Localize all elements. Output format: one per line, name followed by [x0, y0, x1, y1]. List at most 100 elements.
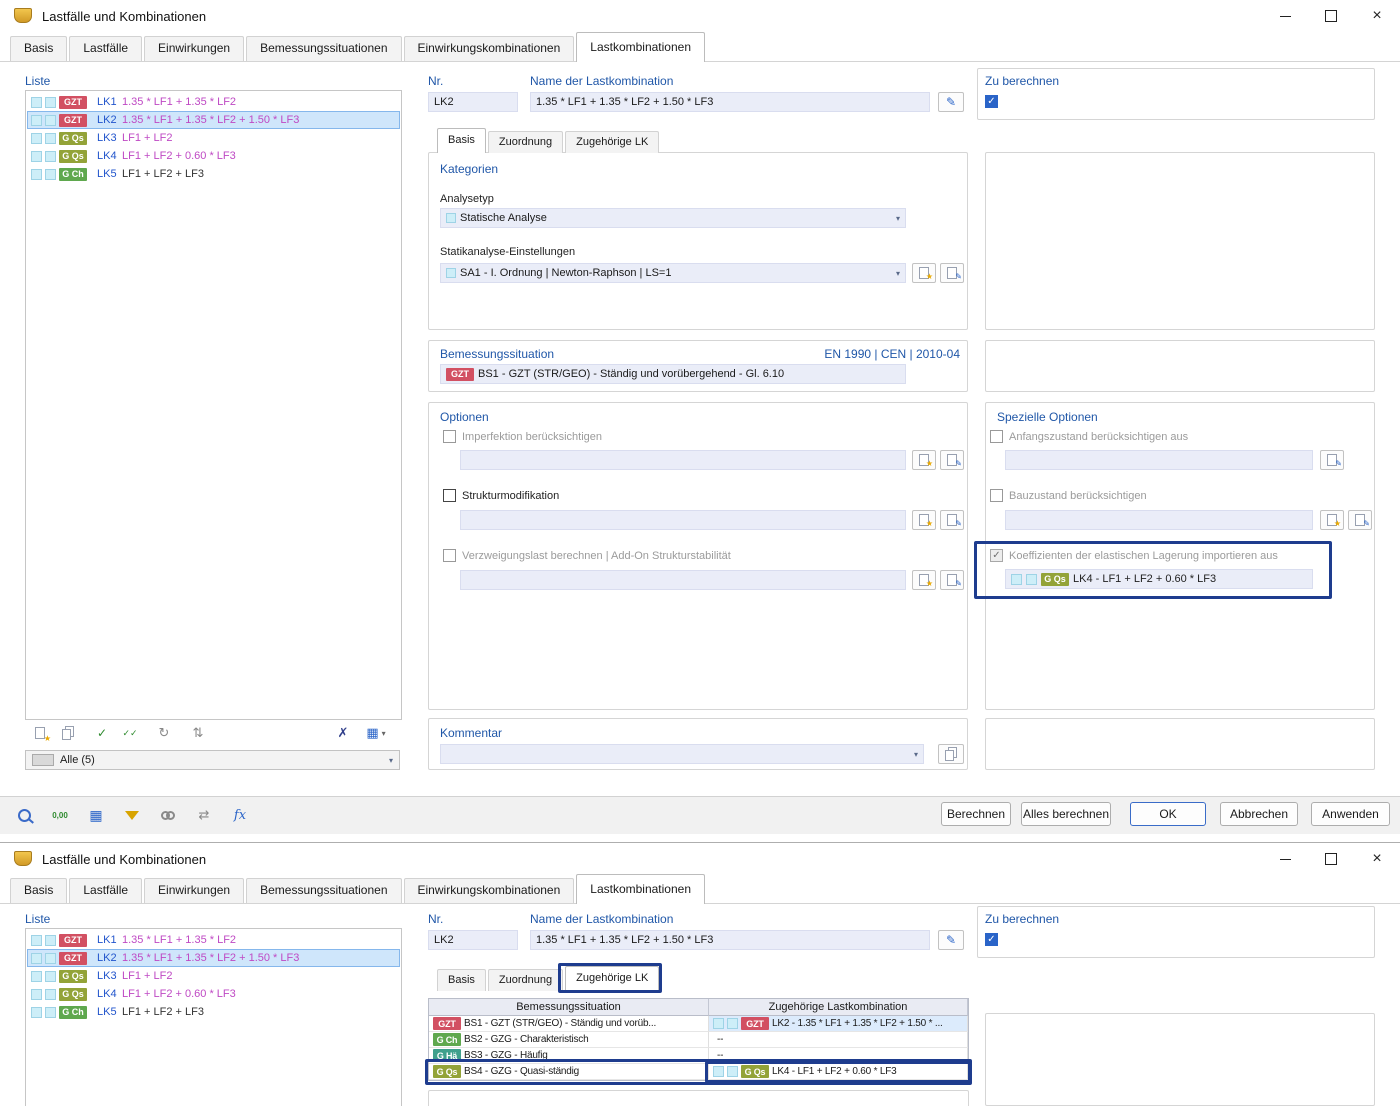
- bauzustand-checkbox[interactable]: [990, 489, 1003, 502]
- list-item-lk1[interactable]: GZT LK1 1.35 * LF1 + 1.35 * LF2: [27, 93, 400, 111]
- swap-icon[interactable]: ⇄: [190, 801, 218, 829]
- anfangszustand-checkbox[interactable]: [990, 430, 1003, 443]
- delete-icon[interactable]: ✗: [330, 722, 356, 744]
- koeffizienten-checkbox[interactable]: ✓: [990, 549, 1003, 562]
- strukturmodifikation-checkbox[interactable]: [443, 489, 456, 502]
- tab-detail-zugehoerige-lk[interactable]: Zugehörige LK: [565, 966, 660, 991]
- edit-entry-button[interactable]: ✎: [1320, 450, 1344, 470]
- list-item-lk3[interactable]: G Qs LK3 LF1 + LF2: [27, 129, 400, 147]
- list-item-lk5[interactable]: G Ch LK5 LF1 + LF2 + LF3: [27, 1003, 400, 1021]
- verzweigungslast-checkbox[interactable]: [443, 549, 456, 562]
- tab-detail-basis[interactable]: Basis: [437, 969, 486, 991]
- rename-button[interactable]: ✎: [938, 92, 964, 112]
- minimize-icon[interactable]: [1262, 0, 1308, 32]
- tab-lastkombinationen[interactable]: Lastkombinationen: [576, 32, 705, 62]
- edit-entry-button[interactable]: ✎: [1348, 510, 1372, 530]
- name-field[interactable]: 1.35 * LF1 + 1.35 * LF2 + 1.50 * LF3: [530, 930, 930, 950]
- table-row-cell[interactable]: G Qs BS4 - GZG - Quasi-ständig: [429, 1064, 709, 1080]
- copy-item-icon[interactable]: [55, 722, 81, 744]
- tab-detail-zuordnung[interactable]: Zuordnung: [487, 969, 564, 991]
- maximize-icon[interactable]: [1308, 843, 1354, 875]
- nr-field[interactable]: LK2: [428, 930, 518, 950]
- statik-dropdown[interactable]: SA1 - I. Ordnung | Newton-Raphson | LS=1…: [440, 263, 906, 283]
- table-settings-icon[interactable]: ▦: [82, 801, 110, 829]
- new-item-icon[interactable]: ★: [27, 722, 53, 744]
- close-icon[interactable]: ×: [1354, 843, 1400, 875]
- bemessung-field[interactable]: GZT BS1 - GZT (STR/GEO) - Ständig und vo…: [440, 364, 906, 384]
- link-icon[interactable]: [154, 801, 182, 829]
- abbrechen-button[interactable]: Abbrechen: [1220, 802, 1298, 826]
- imperfektion-dropdown[interactable]: [460, 450, 906, 470]
- tab-basis[interactable]: Basis: [10, 878, 68, 903]
- table-row-cell[interactable]: G Qs LK4 - LF1 + LF2 + 0.60 * LF3: [709, 1064, 968, 1080]
- imperfektion-checkbox[interactable]: [443, 430, 456, 443]
- list-item-lk2[interactable]: GZT LK2 1.35 * LF1 + 1.35 * LF2 + 1.50 *…: [27, 949, 400, 967]
- new-entry-button[interactable]: ★: [912, 450, 936, 470]
- berechnen-button[interactable]: Berechnen: [941, 802, 1011, 826]
- new-entry-button[interactable]: ★: [912, 263, 936, 283]
- anfangszustand-dropdown[interactable]: [1005, 450, 1313, 470]
- tab-bemessungssituationen[interactable]: Bemessungssituationen: [246, 878, 402, 903]
- copy-comment-button[interactable]: [938, 744, 964, 764]
- minimize-icon[interactable]: [1262, 843, 1308, 875]
- compute-checkbox[interactable]: ✓: [985, 95, 998, 108]
- view-mode-icon[interactable]: ▦ ▾: [356, 722, 396, 744]
- rename-button[interactable]: ✎: [938, 930, 964, 950]
- new-entry-button[interactable]: ★: [1320, 510, 1344, 530]
- function-icon[interactable]: fx: [226, 801, 254, 829]
- new-entry-button[interactable]: ★: [912, 510, 936, 530]
- table-row-cell[interactable]: GZT LK2 - 1.35 * LF1 + 1.35 * LF2 + 1.50…: [709, 1016, 968, 1032]
- edit-entry-button[interactable]: ✎: [940, 510, 964, 530]
- tab-detail-zugehoerige-lk[interactable]: Zugehörige LK: [565, 131, 660, 153]
- table-row-cell[interactable]: GZT BS1 - GZT (STR/GEO) - Ständig und vo…: [429, 1016, 709, 1032]
- table-row-cell[interactable]: G Ch BS2 - GZG - Charakteristisch: [429, 1032, 709, 1048]
- list-item-lk4[interactable]: G Qs LK4 LF1 + LF2 + 0.60 * LF3: [27, 985, 400, 1003]
- zoom-icon[interactable]: [10, 801, 38, 829]
- list-item-lk3[interactable]: G Qs LK3 LF1 + LF2: [27, 967, 400, 985]
- kommentar-dropdown[interactable]: ▾: [440, 744, 924, 764]
- alles-berechnen-button[interactable]: Alles berechnen: [1021, 802, 1111, 826]
- tab-lastfaelle[interactable]: Lastfälle: [69, 878, 143, 903]
- tab-basis[interactable]: Basis: [10, 36, 68, 61]
- list-item-lk4[interactable]: G Qs LK4 LF1 + LF2 + 0.60 * LF3: [27, 147, 400, 165]
- column-header-situation[interactable]: Bemessungssituation: [429, 999, 709, 1016]
- analysetyp-dropdown[interactable]: Statische Analyse ▾: [440, 208, 906, 228]
- new-entry-button[interactable]: ★: [912, 570, 936, 590]
- edit-entry-button[interactable]: ✎: [940, 570, 964, 590]
- sort-icon[interactable]: ⇅: [185, 722, 211, 744]
- check-icon[interactable]: ✓: [89, 722, 115, 744]
- list-item-lk2[interactable]: GZT LK2 1.35 * LF1 + 1.35 * LF2 + 1.50 *…: [27, 111, 400, 129]
- edit-entry-button[interactable]: ✎: [940, 263, 964, 283]
- filter-icon[interactable]: [118, 801, 146, 829]
- verzweigungslast-dropdown[interactable]: [460, 570, 906, 590]
- list-item-lk5[interactable]: G Ch LK5 LF1 + LF2 + LF3: [27, 165, 400, 183]
- table-row-cell[interactable]: --: [709, 1032, 968, 1048]
- table-row-cell[interactable]: G Hä BS3 - GZG - Häufig: [429, 1048, 709, 1064]
- maximize-icon[interactable]: [1308, 0, 1354, 32]
- tab-einwirkungen[interactable]: Einwirkungen: [144, 878, 245, 903]
- compute-checkbox[interactable]: ✓: [985, 933, 998, 946]
- table-row-cell[interactable]: --: [709, 1048, 968, 1064]
- anwenden-button[interactable]: Anwenden: [1311, 802, 1390, 826]
- double-check-icon[interactable]: ✓✓: [117, 722, 143, 744]
- tab-bemessungssituationen[interactable]: Bemessungssituationen: [246, 36, 402, 61]
- tab-lastfaelle[interactable]: Lastfälle: [69, 36, 143, 61]
- tab-einwirkungen[interactable]: Einwirkungen: [144, 36, 245, 61]
- list-item-lk1[interactable]: GZT LK1 1.35 * LF1 + 1.35 * LF2: [27, 931, 400, 949]
- tab-einwirkungskombinationen[interactable]: Einwirkungskombinationen: [403, 36, 575, 61]
- list-filter-dropdown[interactable]: Alle (5) ▾: [25, 750, 400, 770]
- bauzustand-dropdown[interactable]: [1005, 510, 1313, 530]
- ok-button[interactable]: OK: [1130, 802, 1206, 826]
- decimal-places-icon[interactable]: 0,00: [46, 801, 74, 829]
- tab-detail-zuordnung[interactable]: Zuordnung: [487, 131, 564, 153]
- tab-lastkombinationen[interactable]: Lastkombinationen: [576, 874, 705, 904]
- tab-einwirkungskombinationen[interactable]: Einwirkungskombinationen: [403, 878, 575, 903]
- column-header-kombination[interactable]: Zugehörige Lastkombination: [709, 999, 968, 1016]
- name-field[interactable]: 1.35 * LF1 + 1.35 * LF2 + 1.50 * LF3: [530, 92, 930, 112]
- nr-field[interactable]: LK2: [428, 92, 518, 112]
- tab-detail-basis[interactable]: Basis: [437, 128, 486, 153]
- koeffizienten-dropdown[interactable]: G Qs LK4 - LF1 + LF2 + 0.60 * LF3: [1005, 569, 1313, 589]
- edit-entry-button[interactable]: ✎: [940, 450, 964, 470]
- renumber-icon[interactable]: ↻: [151, 722, 177, 744]
- close-icon[interactable]: ×: [1354, 0, 1400, 32]
